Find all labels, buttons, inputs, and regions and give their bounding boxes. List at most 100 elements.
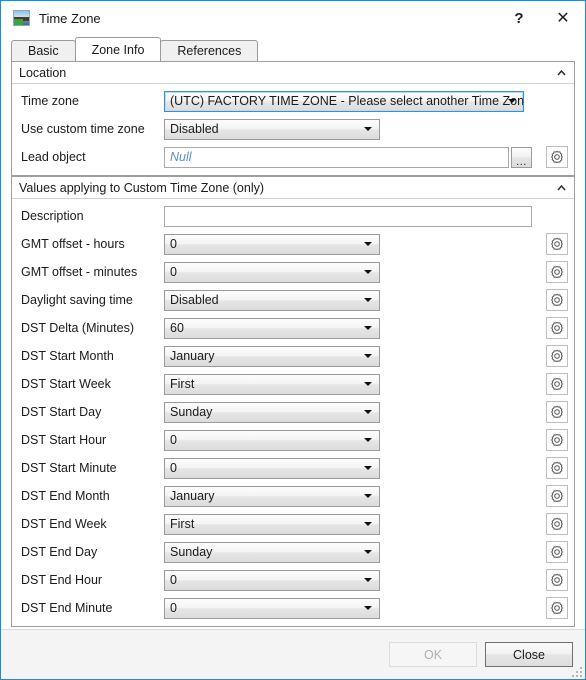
- row-time-zone: Time zone (UTC) FACTORY TIME ZONE - Plea…: [12, 87, 574, 115]
- dst-start-day-combo[interactable]: Sunday: [164, 401, 380, 423]
- time-zone-combo[interactable]: (UTC) FACTORY TIME ZONE - Please select …: [164, 90, 524, 112]
- time-zone-dialog: Time Zone ? ✕ Basic Zone Info References…: [0, 0, 586, 680]
- label-lead-object: Lead object: [21, 150, 86, 164]
- close-button[interactable]: Close: [485, 642, 573, 667]
- row-dst-end-week: DST End Week First: [12, 510, 574, 538]
- label-dst-start-hour: DST Start Hour: [21, 433, 107, 447]
- row-description: Description: [12, 202, 574, 230]
- row-dst-delta-minutes: DST Delta (Minutes) 60: [12, 314, 574, 342]
- gmt-offset-hours-combo[interactable]: 0: [164, 233, 380, 255]
- group-custom-values: Values applying to Custom Time Zone (onl…: [11, 176, 575, 627]
- label-dst-start-week: DST Start Week: [21, 377, 111, 391]
- dst-start-week-combo[interactable]: First: [164, 373, 380, 395]
- dst-end-minute-combo[interactable]: 0: [164, 597, 380, 619]
- gmt-offset-minutes-gear-icon[interactable]: [546, 261, 568, 283]
- label-dst-end-minute: DST End Minute: [21, 601, 113, 615]
- description-input[interactable]: [164, 205, 532, 227]
- dst-end-hour-combo[interactable]: 0: [164, 569, 380, 591]
- timezone-app-icon: [13, 10, 30, 26]
- tab-references[interactable]: References: [160, 40, 259, 61]
- daylight-saving-time-combo[interactable]: Disabled: [164, 289, 380, 311]
- label-dst-start-month: DST Start Month: [21, 349, 114, 363]
- chevron-down-icon: [364, 382, 372, 386]
- row-dst-start-week: DST Start Week First: [12, 370, 574, 398]
- dst-delta-minutes-gear-icon[interactable]: [546, 317, 568, 339]
- dst-start-hour-gear-icon[interactable]: [546, 429, 568, 451]
- lead-object-gear-icon[interactable]: [546, 146, 568, 168]
- dst-delta-minutes-combo[interactable]: 60: [164, 317, 380, 339]
- dst-start-month-value: January: [170, 349, 215, 363]
- label-description: Description: [21, 209, 84, 223]
- dst-start-week-gear-icon[interactable]: [546, 373, 568, 395]
- ok-button[interactable]: OK: [389, 642, 477, 667]
- dst-end-day-value: Sunday: [170, 545, 213, 559]
- chevron-down-icon: [364, 606, 372, 610]
- dst-start-hour-combo[interactable]: 0: [164, 429, 380, 451]
- time-zone-combo-value: (UTC) FACTORY TIME ZONE - Please select …: [170, 94, 524, 108]
- use-custom-time-zone-combo[interactable]: Disabled: [164, 118, 380, 140]
- dst-end-week-combo[interactable]: First: [164, 513, 380, 535]
- tab-bar: Basic Zone Info References: [1, 35, 585, 61]
- row-lead-object: Lead object Null ...: [12, 143, 574, 171]
- group-location-body: Time zone (UTC) FACTORY TIME ZONE - Plea…: [12, 84, 574, 175]
- chevron-up-icon[interactable]: [554, 181, 568, 195]
- label-dst-end-day: DST End Day: [21, 545, 98, 559]
- chevron-down-icon: [364, 494, 372, 498]
- chevron-down-icon: [508, 99, 516, 103]
- row-dst-start-minute: DST Start Minute 0: [12, 454, 574, 482]
- row-daylight-saving-time: Daylight saving time Disabled: [12, 286, 574, 314]
- dst-start-month-gear-icon[interactable]: [546, 345, 568, 367]
- chevron-down-icon: [364, 438, 372, 442]
- dst-end-hour-gear-icon[interactable]: [546, 569, 568, 591]
- chevron-up-icon[interactable]: [554, 66, 568, 80]
- dst-end-hour-value: 0: [170, 573, 177, 587]
- dst-end-week-gear-icon[interactable]: [546, 513, 568, 535]
- lead-object-input[interactable]: Null: [164, 146, 509, 168]
- dst-end-month-gear-icon[interactable]: [546, 485, 568, 507]
- tab-zone-info[interactable]: Zone Info: [74, 37, 162, 61]
- dst-start-month-combo[interactable]: January: [164, 345, 380, 367]
- label-use-custom-time-zone: Use custom time zone: [21, 122, 145, 136]
- dst-start-day-gear-icon[interactable]: [546, 401, 568, 423]
- help-icon[interactable]: ?: [497, 1, 541, 35]
- lead-object-browse-button[interactable]: ...: [511, 146, 532, 168]
- row-dst-end-day: DST End Day Sunday: [12, 538, 574, 566]
- label-dst-end-month: DST End Month: [21, 489, 110, 503]
- title-bar-buttons: ? ✕: [497, 1, 585, 35]
- group-location-header[interactable]: Location: [12, 62, 574, 84]
- daylight-saving-time-gear-icon[interactable]: [546, 289, 568, 311]
- gmt-offset-minutes-combo[interactable]: 0: [164, 261, 380, 283]
- dst-start-minute-value: 0: [170, 461, 177, 475]
- chevron-down-icon: [364, 410, 372, 414]
- row-use-custom-time-zone: Use custom time zone Disabled: [12, 115, 574, 143]
- resize-grip-icon[interactable]: [570, 665, 582, 677]
- row-dst-start-month: DST Start Month January: [12, 342, 574, 370]
- label-gmt-offset-minutes: GMT offset - minutes: [21, 265, 138, 279]
- dst-start-week-value: First: [170, 377, 195, 391]
- dst-end-day-combo[interactable]: Sunday: [164, 541, 380, 563]
- use-custom-time-zone-value: Disabled: [170, 122, 219, 136]
- group-location: Location Time zone (UTC) FACTORY TIME ZO…: [11, 61, 575, 176]
- chevron-down-icon: [364, 522, 372, 526]
- chevron-down-icon: [364, 466, 372, 470]
- dst-end-day-gear-icon[interactable]: [546, 541, 568, 563]
- tab-basic[interactable]: Basic: [11, 40, 76, 61]
- zone-info-panel: Location Time zone (UTC) FACTORY TIME ZO…: [1, 61, 585, 629]
- label-dst-delta-minutes: DST Delta (Minutes): [21, 321, 134, 335]
- dst-end-minute-gear-icon[interactable]: [546, 597, 568, 619]
- group-custom-values-body: Description GMT offset - hours 0 GMT off…: [12, 199, 574, 626]
- chevron-down-icon: [364, 550, 372, 554]
- dst-end-month-combo[interactable]: January: [164, 485, 380, 507]
- dst-start-hour-value: 0: [170, 433, 177, 447]
- group-location-title: Location: [19, 65, 67, 80]
- chevron-down-icon: [364, 578, 372, 582]
- label-dst-end-hour: DST End Hour: [21, 573, 103, 587]
- dst-end-minute-value: 0: [170, 601, 177, 615]
- dst-start-minute-gear-icon[interactable]: [546, 457, 568, 479]
- gmt-offset-hours-gear-icon[interactable]: [546, 233, 568, 255]
- label-daylight-saving-time: Daylight saving time: [21, 293, 133, 307]
- label-dst-start-minute: DST Start Minute: [21, 461, 117, 475]
- close-icon[interactable]: ✕: [541, 1, 585, 35]
- group-custom-values-header[interactable]: Values applying to Custom Time Zone (onl…: [12, 177, 574, 199]
- dst-start-minute-combo[interactable]: 0: [164, 457, 380, 479]
